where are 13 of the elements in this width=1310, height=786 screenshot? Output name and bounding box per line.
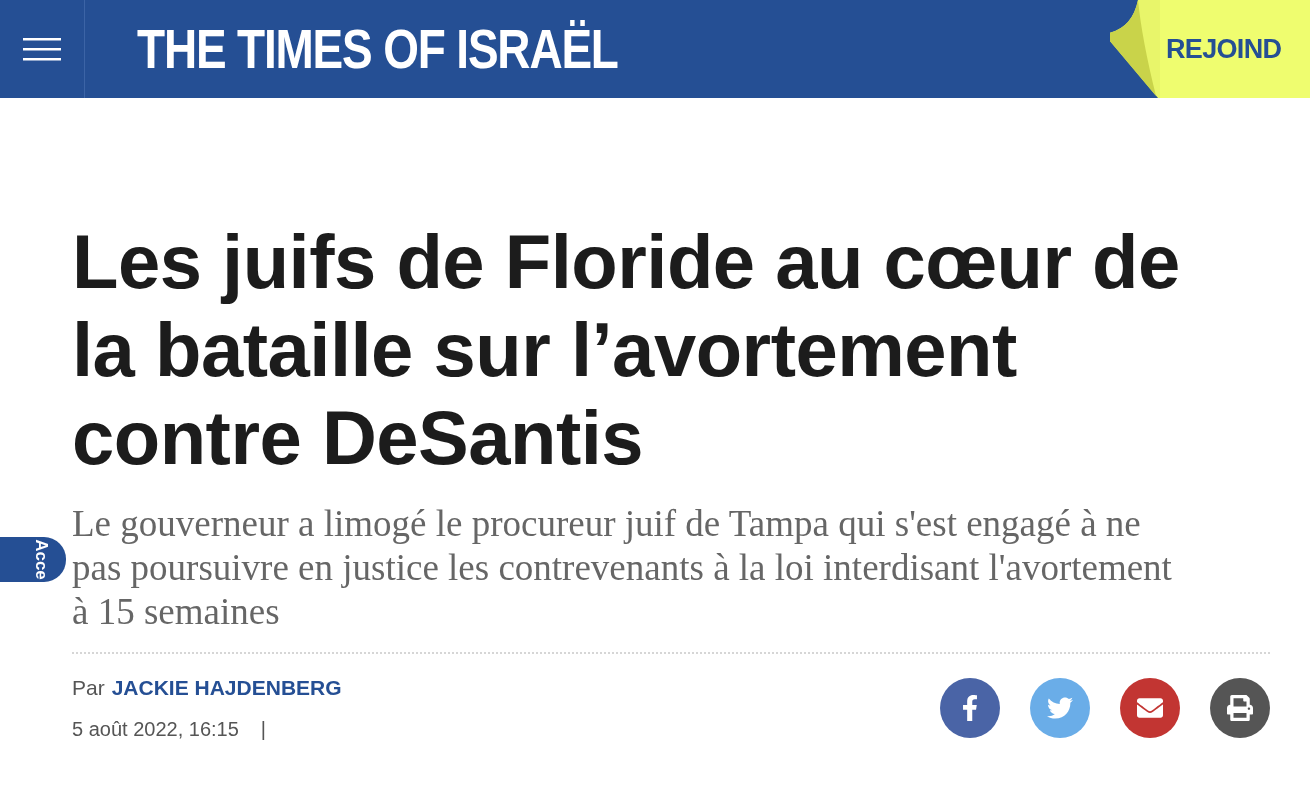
page-curl-icon [1110,0,1160,98]
menu-icon [23,35,61,63]
byline-prefix: Par [72,675,105,701]
side-tab[interactable]: Acce [0,537,66,582]
separator: | [260,716,267,742]
site-logo[interactable]: THE TIMES OF ISRAËL [137,21,618,77]
side-tab-label: Acce [33,539,51,580]
printer-icon [1227,694,1253,721]
article-headline: Les juifs de Floride au cœur de la bataille sur l’avortement contre DeSantis [72,218,1181,482]
author-link[interactable]: JACKIE HAJDENBERG [111,672,342,704]
publish-date: 5 août 2022, 16:15 [72,716,239,742]
article-summary: Le gouverneur a limogé le procureur juif de Tampa qui s'est engagé à ne pas poursuivre en justice les contrevenants à la loi interdisant l'avortement à 15 semaines [72,502,1173,634]
join-button[interactable]: REJOIND [1160,0,1310,98]
